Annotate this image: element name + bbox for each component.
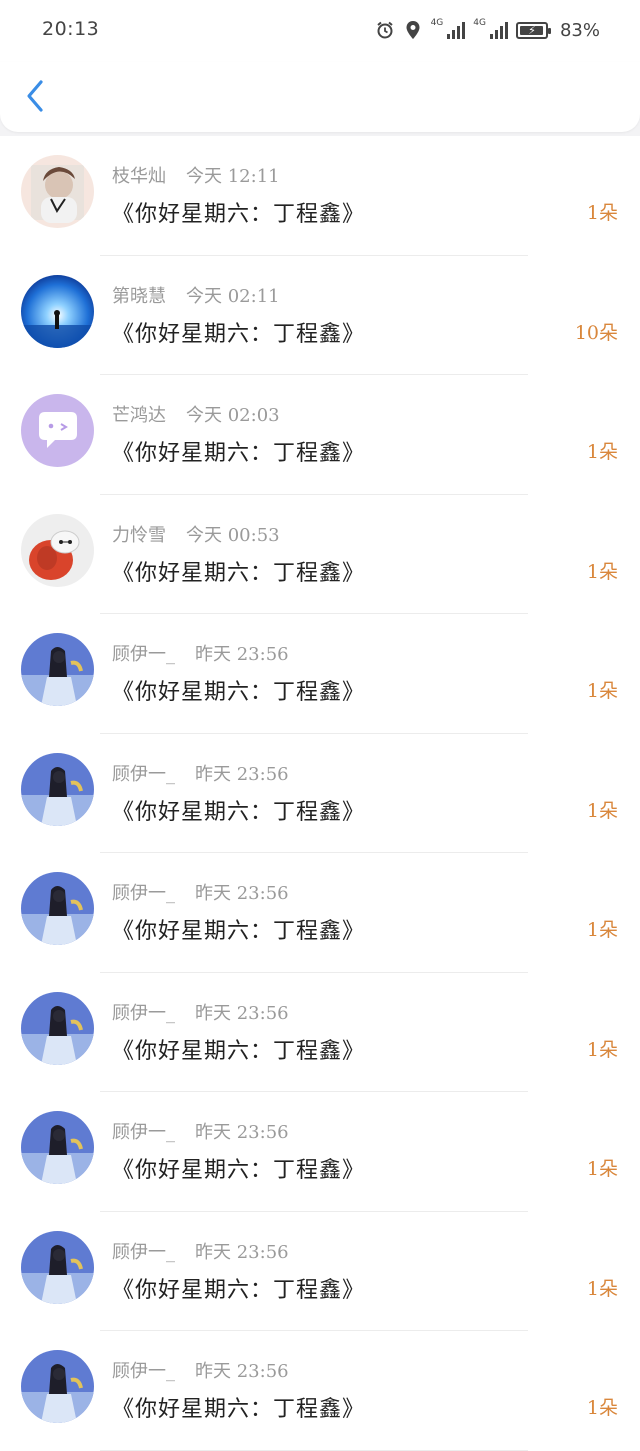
message-time: 昨天 23:56	[195, 883, 289, 904]
top-nav-bar	[0, 62, 640, 132]
flower-count: 1朵	[586, 560, 618, 583]
avatar[interactable]	[21, 155, 94, 228]
battery-icon: ⚡	[515, 21, 551, 39]
message-row[interactable]: 第晓慧 今天 02:11 《你好星期六：丁程鑫》 10朵	[0, 255, 640, 375]
flower-count: 1朵	[586, 1397, 618, 1419]
flower-count: 1朵	[586, 799, 618, 822]
sender-name[interactable]: 顾伊一_	[112, 1238, 175, 1264]
message-text: 《你好星期六：丁程鑫》	[112, 1277, 366, 1303]
sender-name[interactable]: 顾伊一_	[112, 760, 175, 786]
message-text: 《你好星期六：丁程鑫》	[112, 1397, 366, 1422]
message-row[interactable]: 顾伊一_ 昨天 23:56 《你好星期六：丁程鑫》 1朵	[0, 1092, 640, 1212]
avatar[interactable]	[21, 991, 94, 1065]
sender-name[interactable]: 顾伊一_	[112, 879, 175, 905]
message-time: 昨天 23:56	[195, 1241, 289, 1263]
sender-name[interactable]: 力怜雪	[112, 521, 166, 547]
avatar[interactable]	[21, 1230, 94, 1304]
message-text: 《你好星期六：丁程鑫》	[112, 560, 366, 586]
signal-icon	[447, 21, 466, 39]
location-icon	[403, 20, 423, 40]
avatar[interactable]	[21, 872, 94, 945]
message-row[interactable]: 顾伊一_ 昨天 23:56 《你好星期六：丁程鑫》 1朵	[0, 614, 640, 734]
sender-line: 顾伊一_ 昨天 23:56	[112, 640, 289, 666]
sender-name[interactable]: 第晓慧	[112, 282, 166, 308]
message-time: 昨天 23:56	[195, 763, 289, 785]
message-text: 《你好星期六：丁程鑫》	[112, 441, 366, 466]
message-row[interactable]: 顾伊一_ 昨天 23:56 《你好星期六：丁程鑫》 1朵	[0, 972, 640, 1092]
message-row[interactable]: 枝华灿 今天 12:11 《你好星期六：丁程鑫》 1朵	[0, 136, 640, 256]
message-text: 《你好星期六：丁程鑫》	[112, 919, 366, 944]
network-type-1: 4G	[430, 18, 444, 28]
message-time: 今天 12:11	[186, 166, 280, 187]
sender-line: 枝华灿 今天 12:11	[112, 162, 280, 188]
flower-count: 1朵	[586, 441, 618, 463]
message-time: 今天 02:03	[186, 405, 280, 426]
message-time: 昨天 23:56	[195, 1122, 289, 1143]
avatar[interactable]	[21, 1111, 94, 1184]
message-text: 《你好星期六：丁程鑫》	[112, 1038, 366, 1064]
row-divider	[100, 1449, 528, 1451]
status-bar: 20:13 4G 4G ⚡ 83%	[0, 0, 640, 62]
avatar[interactable]	[21, 274, 94, 348]
message-row[interactable]: 力怜雪 今天 00:53 《你好星期六：丁程鑫》 1朵	[0, 494, 640, 614]
sender-line: 顾伊一_ 昨天 23:56	[112, 1118, 289, 1144]
signal-icon	[489, 21, 508, 39]
message-text: 《你好星期六：丁程鑫》	[112, 1158, 366, 1183]
flower-count: 1朵	[586, 680, 618, 702]
message-time: 今天 00:53	[186, 524, 280, 546]
sender-line: 顾伊一_ 昨天 23:56	[112, 879, 289, 905]
message-text: 《你好星期六：丁程鑫》	[112, 799, 366, 825]
chevron-left-icon	[27, 80, 43, 112]
avatar[interactable]	[21, 752, 94, 826]
message-row[interactable]: 顾伊一_ 昨天 23:56 《你好星期六：丁程鑫》 1朵	[0, 1211, 640, 1331]
sender-line: 顾伊一_ 昨天 23:56	[112, 760, 289, 786]
sender-line: 顾伊一_ 昨天 23:56	[112, 1238, 289, 1264]
message-row[interactable]: 顾伊一_ 昨天 23:56 《你好星期六：丁程鑫》 1朵	[0, 1331, 640, 1451]
message-row[interactable]: 顾伊一_ 昨天 23:56 《你好星期六：丁程鑫》 1朵	[0, 733, 640, 853]
sender-name[interactable]: 顾伊一_	[112, 1118, 175, 1144]
message-time: 昨天 23:56	[195, 1002, 289, 1024]
sender-name[interactable]: 芒鸿达	[112, 401, 166, 427]
flower-count: 1朵	[586, 1158, 618, 1180]
sender-name[interactable]: 枝华灿	[112, 162, 166, 188]
flower-count: 10朵	[574, 321, 618, 344]
message-list: 枝华灿 今天 12:11 《你好星期六：丁程鑫》 1朵 第晓慧 今天 02:11 《你好星期…	[0, 136, 640, 1451]
sender-line: 第晓慧 今天 02:11	[112, 282, 280, 308]
avatar[interactable]	[21, 1350, 94, 1423]
flower-count: 1朵	[586, 1277, 618, 1300]
avatar[interactable]	[21, 394, 94, 467]
sender-line: 顾伊一_ 昨天 23:56	[112, 999, 289, 1025]
flower-count: 1朵	[586, 1038, 618, 1061]
sender-name[interactable]: 顾伊一_	[112, 999, 175, 1025]
message-text: 《你好星期六：丁程鑫》	[112, 321, 366, 347]
message-row[interactable]: 芒鸿达 今天 02:03 《你好星期六：丁程鑫》 1朵	[0, 375, 640, 495]
sender-line: 芒鸿达 今天 02:03	[112, 401, 280, 427]
avatar[interactable]	[21, 513, 94, 587]
flower-count: 1朵	[586, 202, 618, 224]
message-text: 《你好星期六：丁程鑫》	[112, 202, 366, 227]
sender-line: 顾伊一_ 昨天 23:56	[112, 1357, 289, 1383]
message-time: 昨天 23:56	[195, 1361, 289, 1382]
status-time: 20:13	[42, 18, 100, 40]
battery-percent: 83%	[559, 19, 600, 41]
sender-line: 力怜雪 今天 00:53	[112, 521, 280, 547]
status-icons: 4G 4G ⚡ 83%	[375, 17, 600, 43]
message-time: 今天 02:11	[186, 285, 280, 307]
flower-count: 1朵	[586, 919, 618, 941]
sender-name[interactable]: 顾伊一_	[112, 1357, 175, 1383]
alarm-icon	[375, 20, 395, 40]
sender-name[interactable]: 顾伊一_	[112, 640, 175, 666]
avatar[interactable]	[21, 633, 94, 706]
message-row[interactable]: 顾伊一_ 昨天 23:56 《你好星期六：丁程鑫》 1朵	[0, 853, 640, 973]
back-button[interactable]	[20, 76, 50, 116]
network-type-2: 4G	[473, 18, 486, 28]
message-text: 《你好星期六：丁程鑫》	[112, 680, 366, 705]
message-time: 昨天 23:56	[195, 644, 289, 665]
